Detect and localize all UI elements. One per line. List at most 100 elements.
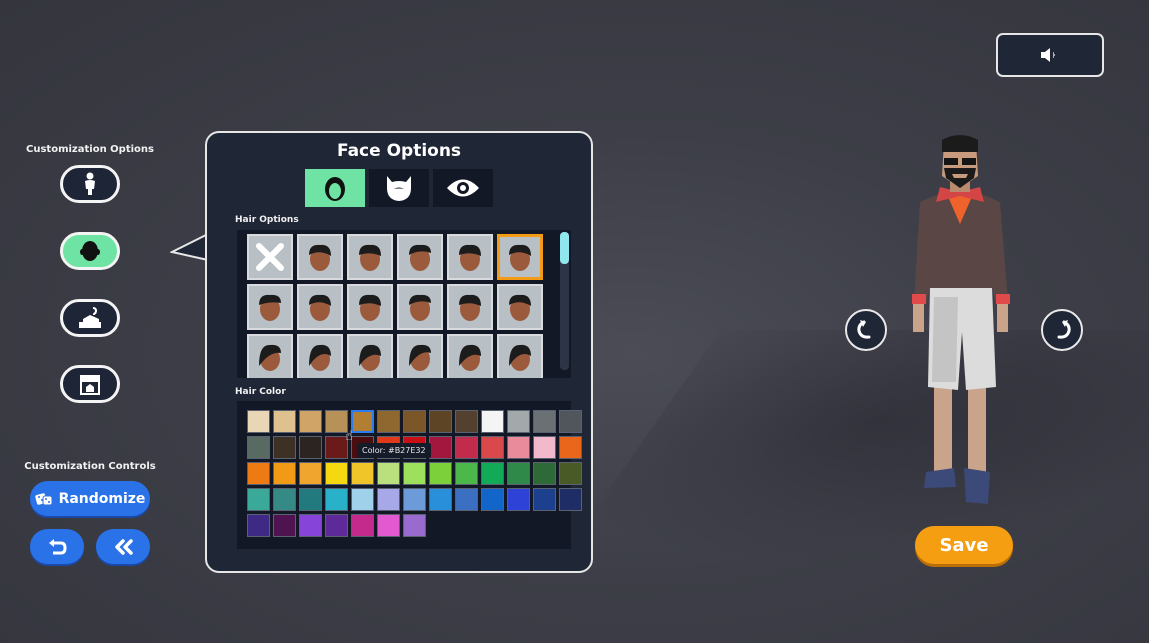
color-swatch[interactable] — [481, 410, 504, 433]
color-swatch[interactable] — [455, 462, 478, 485]
color-swatch[interactable] — [481, 488, 504, 511]
color-swatch[interactable] — [299, 488, 322, 511]
rotate-right-button[interactable] — [1041, 309, 1083, 351]
color-swatch[interactable] — [533, 488, 556, 511]
color-swatch[interactable] — [299, 462, 322, 485]
hair-option[interactable] — [447, 334, 493, 378]
color-swatch[interactable] — [533, 462, 556, 485]
hair-style-icon — [259, 294, 281, 321]
no-hair-option[interactable] — [247, 234, 293, 280]
hair-option[interactable] — [447, 234, 493, 280]
undo-icon — [49, 538, 67, 554]
hair-style-icon — [359, 294, 381, 321]
color-swatch[interactable] — [481, 436, 504, 459]
hair-option[interactable] — [397, 284, 443, 330]
hair-style-icon — [459, 244, 481, 271]
hair-option[interactable] — [247, 284, 293, 330]
color-swatch[interactable] — [377, 514, 400, 537]
color-swatch[interactable] — [299, 436, 322, 459]
color-swatch[interactable] — [403, 410, 426, 433]
color-swatch[interactable] — [559, 410, 582, 433]
color-swatch[interactable] — [507, 488, 530, 511]
randomize-button[interactable]: Randomize — [30, 481, 150, 516]
hair-option[interactable] — [497, 284, 543, 330]
color-swatch[interactable] — [559, 488, 582, 511]
color-swatch[interactable] — [455, 410, 478, 433]
color-swatch[interactable] — [351, 488, 374, 511]
color-swatch[interactable] — [559, 436, 582, 459]
hair-option[interactable] — [347, 284, 393, 330]
sound-button[interactable] — [996, 33, 1104, 77]
face-options-panel: Face Options Hair Options Hair Color Col… — [205, 131, 593, 573]
color-swatch[interactable] — [377, 410, 400, 433]
color-swatch[interactable] — [247, 462, 270, 485]
color-swatch[interactable] — [429, 462, 452, 485]
reset-all-button[interactable] — [96, 529, 150, 564]
hair-option[interactable] — [297, 284, 343, 330]
color-swatch[interactable] — [377, 488, 400, 511]
color-swatch[interactable] — [325, 488, 348, 511]
color-swatch[interactable] — [247, 436, 270, 459]
color-swatch[interactable] — [273, 488, 296, 511]
body-options-button[interactable] — [60, 165, 120, 203]
color-swatch[interactable] — [325, 514, 348, 537]
color-swatch[interactable] — [273, 410, 296, 433]
hair-style-icon — [309, 244, 331, 271]
color-swatch[interactable] — [403, 462, 426, 485]
face-options-button[interactable] — [60, 232, 120, 270]
color-swatch[interactable] — [273, 514, 296, 537]
color-swatch[interactable] — [481, 462, 504, 485]
color-swatch[interactable] — [247, 410, 270, 433]
color-swatch[interactable] — [507, 462, 530, 485]
color-swatch[interactable] — [429, 410, 452, 433]
color-swatch[interactable] — [351, 410, 374, 433]
store-button[interactable] — [60, 365, 120, 403]
color-swatch[interactable] — [351, 514, 374, 537]
hair-option[interactable] — [447, 284, 493, 330]
tab-eyes[interactable] — [433, 169, 493, 207]
color-swatch[interactable] — [273, 436, 296, 459]
customization-options-title: Customization Options — [26, 144, 154, 155]
hair-option[interactable] — [497, 234, 543, 280]
color-swatch[interactable] — [325, 462, 348, 485]
color-swatch[interactable] — [429, 488, 452, 511]
color-swatch[interactable] — [507, 436, 530, 459]
hair-option[interactable] — [347, 234, 393, 280]
hair-option[interactable] — [397, 334, 443, 378]
hair-option[interactable] — [347, 334, 393, 378]
hair-options-label: Hair Options — [235, 215, 299, 225]
scrollbar-thumb[interactable] — [560, 232, 569, 264]
color-swatch[interactable] — [299, 514, 322, 537]
tab-beard[interactable] — [369, 169, 429, 207]
hair-option[interactable] — [297, 334, 343, 378]
color-swatch[interactable] — [429, 436, 452, 459]
color-swatch[interactable] — [273, 462, 296, 485]
hair-options-scrollbar[interactable] — [560, 232, 569, 370]
color-swatch[interactable] — [559, 462, 582, 485]
color-swatch[interactable] — [533, 436, 556, 459]
color-swatch[interactable] — [533, 410, 556, 433]
hair-option[interactable] — [297, 234, 343, 280]
eye-icon — [447, 179, 479, 197]
color-swatch[interactable] — [247, 514, 270, 537]
color-swatch[interactable] — [377, 462, 400, 485]
color-swatch[interactable] — [299, 410, 322, 433]
color-swatch[interactable] — [351, 462, 374, 485]
color-swatch[interactable] — [507, 410, 530, 433]
hair-option[interactable] — [497, 334, 543, 378]
color-swatch[interactable] — [403, 488, 426, 511]
hair-option[interactable] — [397, 234, 443, 280]
undo-button[interactable] — [30, 529, 84, 564]
save-button[interactable]: Save — [915, 526, 1013, 564]
color-swatch[interactable] — [403, 514, 426, 537]
hair-option[interactable] — [247, 334, 293, 378]
color-swatch[interactable] — [455, 488, 478, 511]
color-grid — [247, 410, 582, 537]
color-swatch[interactable] — [247, 488, 270, 511]
clothing-options-button[interactable] — [60, 299, 120, 337]
store-icon — [80, 375, 100, 395]
tab-hair[interactable] — [305, 169, 365, 207]
color-swatch[interactable] — [455, 436, 478, 459]
floor-shadow — [559, 330, 1149, 560]
rotate-left-button[interactable] — [845, 309, 887, 351]
